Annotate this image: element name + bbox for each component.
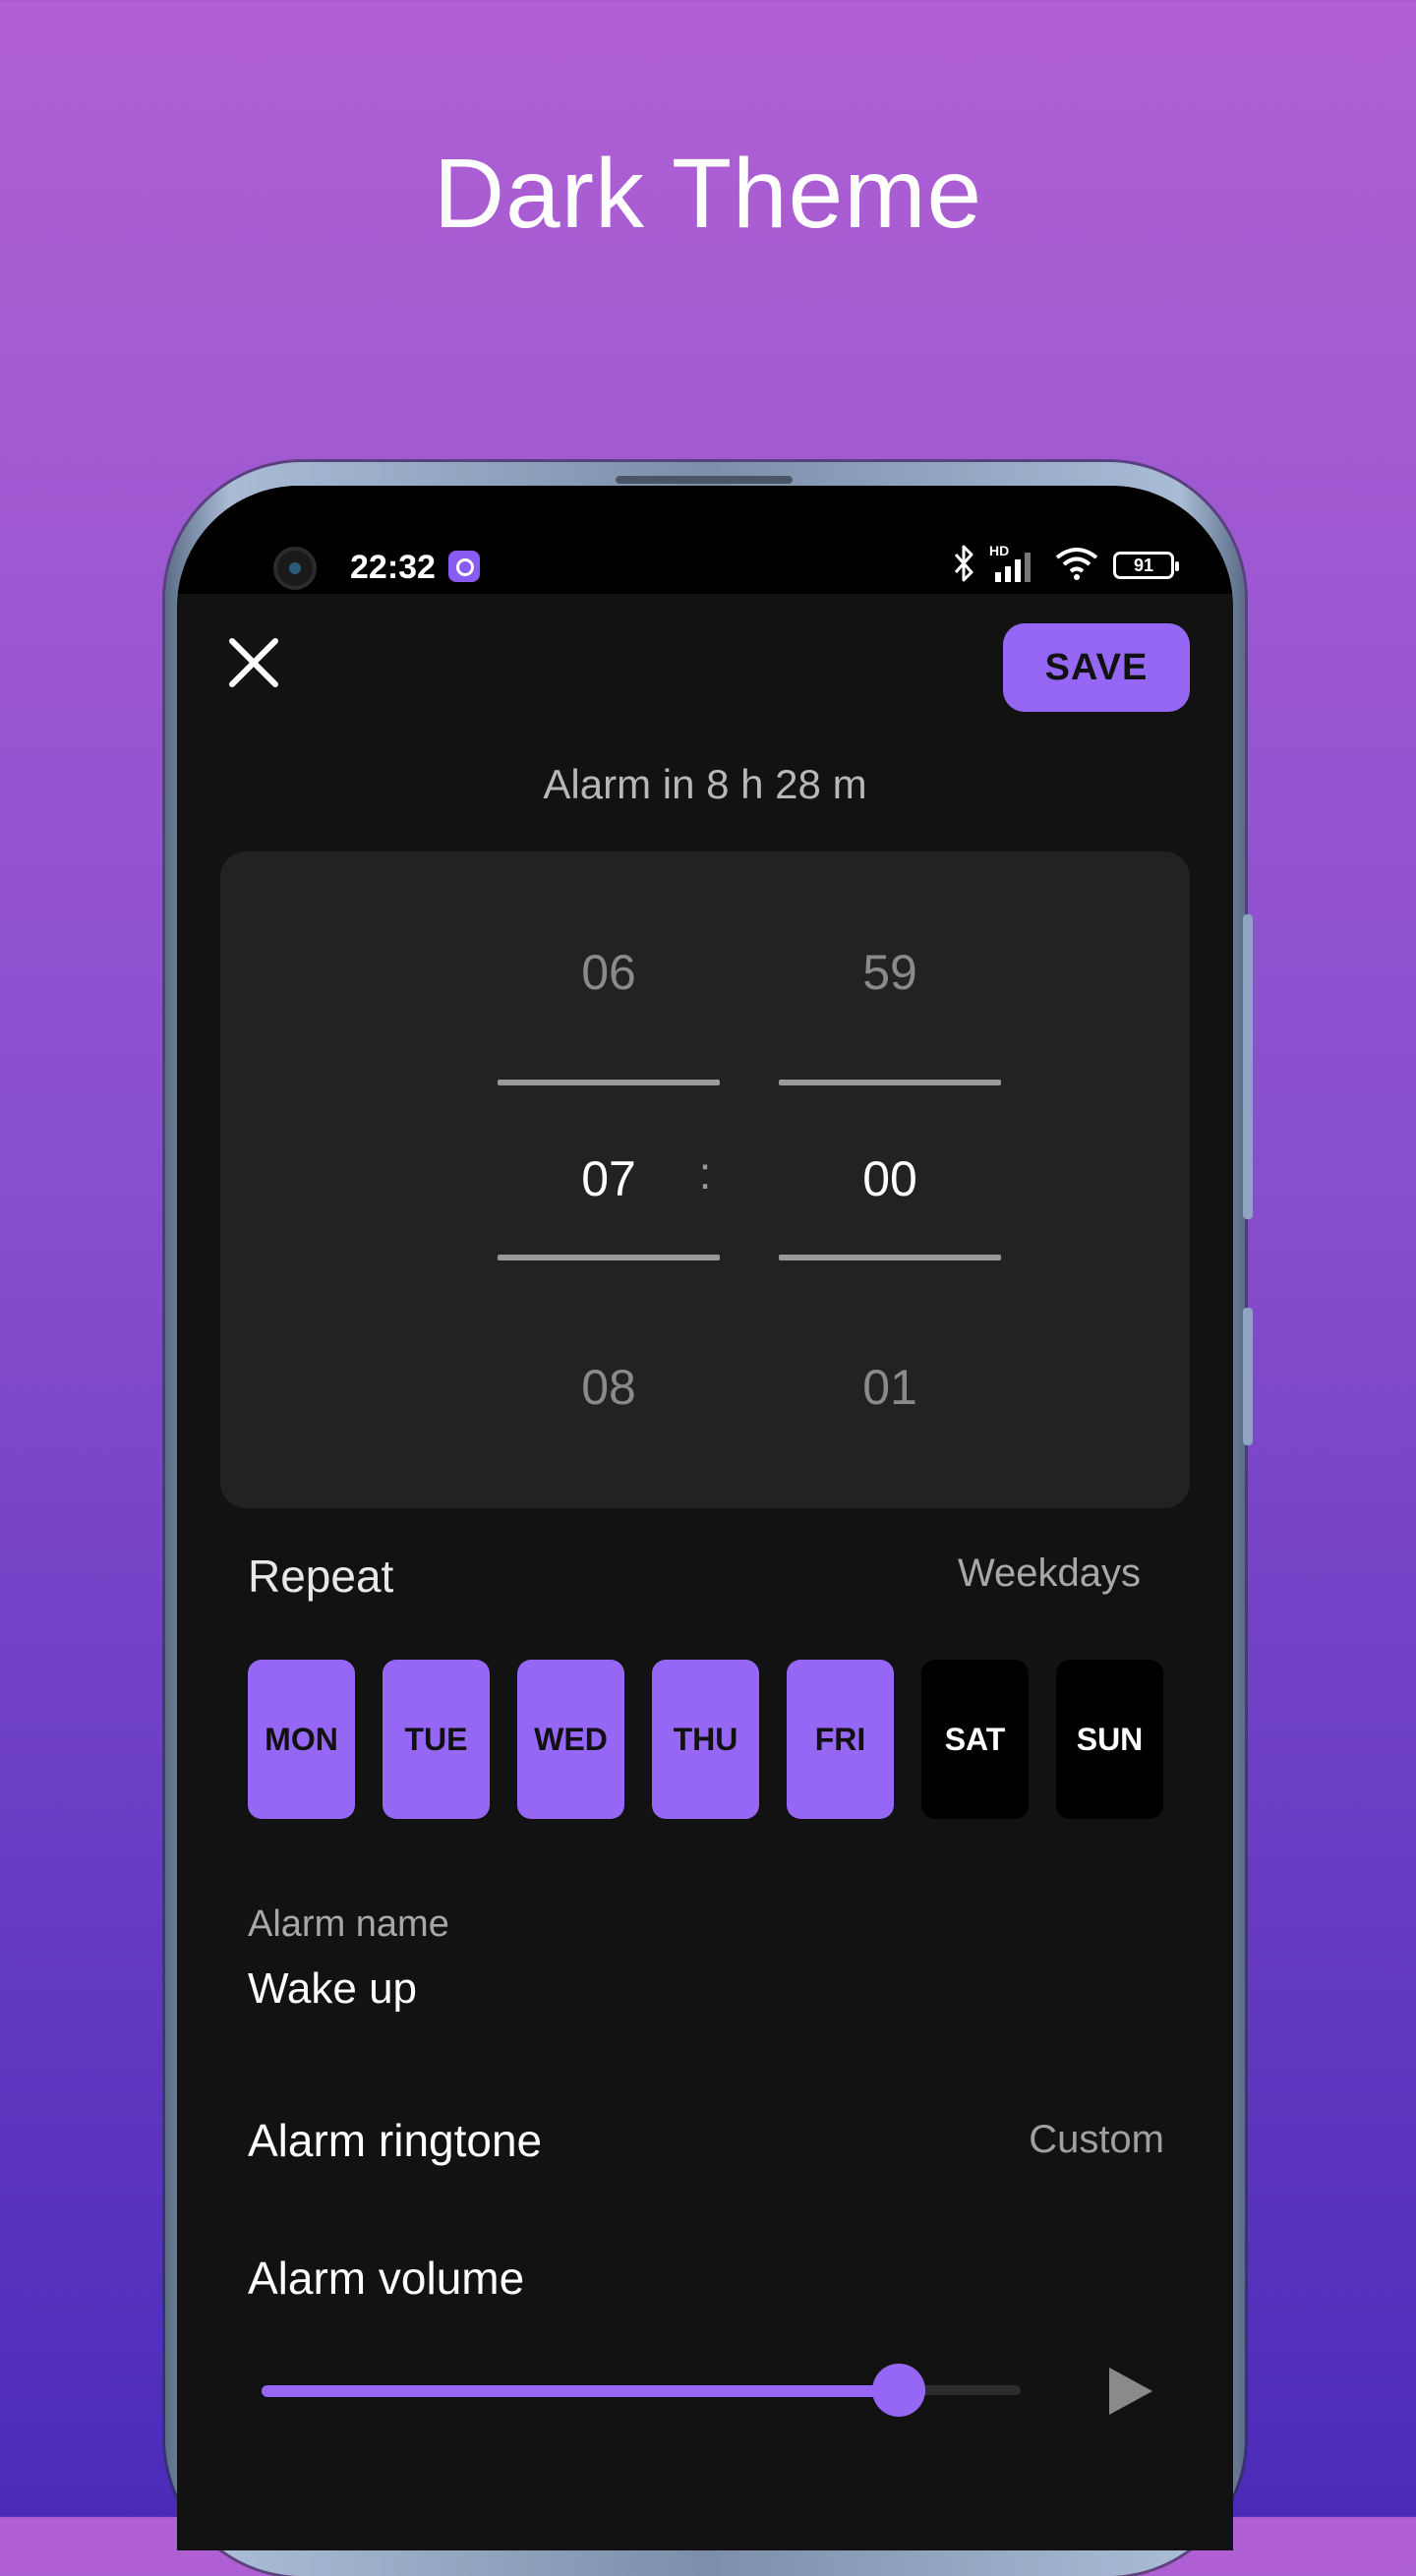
repeat-label: Repeat (248, 1551, 394, 1602)
battery-icon: 91 (1113, 552, 1179, 579)
minute-next[interactable]: 01 (779, 1359, 1001, 1416)
day-toggle-tue[interactable]: TUE (383, 1660, 490, 1819)
volume-slider[interactable] (262, 2360, 1021, 2419)
camera-cutout (273, 547, 317, 590)
save-button[interactable]: SAVE (1003, 623, 1190, 712)
alarm-app-icon (448, 551, 480, 582)
phone-power-button (1243, 1308, 1253, 1445)
hour-picker[interactable]: 06 07 08 (498, 851, 720, 1508)
minute-previous[interactable]: 59 (779, 944, 1001, 1001)
hour-previous[interactable]: 06 (498, 944, 720, 1001)
phone-speaker-slot (616, 476, 793, 484)
day-toggle-mon[interactable]: MON (248, 1660, 355, 1819)
alarm-name-field[interactable]: Wake up (248, 1964, 417, 2014)
status-time: 22:32 (350, 549, 436, 586)
promo-title: Dark Theme (433, 139, 983, 249)
hour-divider-top (498, 1080, 720, 1085)
close-icon (229, 638, 278, 687)
close-button[interactable] (224, 633, 283, 692)
wifi-icon (1054, 546, 1099, 586)
volume-slider-thumb[interactable] (872, 2364, 926, 2417)
minute-picker[interactable]: 59 00 01 (779, 851, 1001, 1508)
hour-current[interactable]: 07 (498, 1150, 720, 1207)
phone-screen: 22:32 HD 91 SAVE Alarm in 8 h 28 m 06 07… (177, 486, 1233, 2550)
volume-slider-fill (262, 2385, 900, 2397)
volume-label: Alarm volume (248, 2253, 525, 2304)
hour-divider-bottom (498, 1255, 720, 1260)
ringtone-value: Custom (1029, 2118, 1164, 2161)
minute-divider-top (779, 1080, 1001, 1085)
minute-divider-bottom (779, 1255, 1001, 1260)
ringtone-row[interactable]: Alarm ringtone Custom (177, 2078, 1233, 2196)
bluetooth-icon (952, 545, 975, 587)
status-bar: 22:32 HD 91 (177, 486, 1233, 594)
day-toggle-wed[interactable]: WED (517, 1660, 624, 1819)
time-picker[interactable]: 06 07 08 : 59 00 01 (220, 851, 1190, 1508)
repeat-days: MON TUE WED THU FRI SAT SUN (248, 1660, 1163, 1819)
day-toggle-sun[interactable]: SUN (1056, 1660, 1163, 1819)
status-icons: HD 91 (952, 543, 1179, 587)
signal-icon: HD (989, 543, 1040, 584)
phone-volume-button (1243, 914, 1253, 1219)
day-toggle-sat[interactable]: SAT (921, 1660, 1029, 1819)
day-toggle-fri[interactable]: FRI (787, 1660, 894, 1819)
play-icon (1109, 2368, 1152, 2415)
ringtone-label: Alarm ringtone (248, 2115, 543, 2166)
alarm-name-label: Alarm name (248, 1903, 449, 1945)
day-toggle-thu[interactable]: THU (652, 1660, 759, 1819)
hour-next[interactable]: 08 (498, 1359, 720, 1416)
repeat-summary: Weekdays (957, 1551, 1141, 1595)
play-preview-button[interactable] (1101, 2364, 1156, 2419)
alarm-countdown: Alarm in 8 h 28 m (543, 761, 867, 807)
time-separator: : (698, 1147, 712, 1199)
minute-current[interactable]: 00 (779, 1150, 1001, 1207)
